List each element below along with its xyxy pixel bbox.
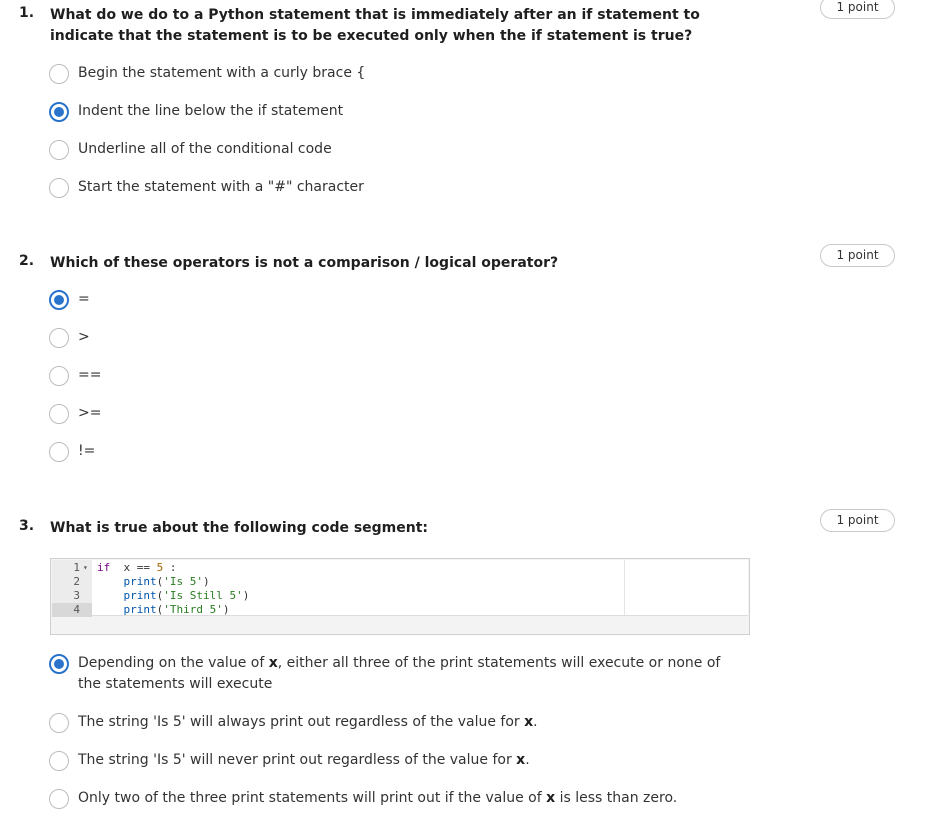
option-label: Begin the statement with a curly brace { (78, 65, 366, 81)
option-q1-3[interactable]: Underline all of the conditional code (49, 140, 729, 160)
radio-button[interactable] (49, 404, 69, 424)
option-q1-2[interactable]: Indent the line below the if statement (49, 102, 729, 122)
question-number: 1. (19, 5, 35, 21)
code-line-3: 3 print('Is Still 5') (52, 589, 748, 603)
option-label: The string 'Is 5' will always print out … (78, 714, 538, 730)
option-q3-2[interactable]: The string 'Is 5' will always print out … (49, 713, 729, 733)
option-label: Indent the line below the if statement (78, 103, 344, 119)
line-number: 2 (73, 575, 80, 588)
radio-button[interactable] (49, 713, 69, 733)
code-line-4: 4 print('Third 5') (52, 603, 748, 617)
option-q3-3[interactable]: The string 'Is 5' will never print out r… (49, 751, 729, 771)
radio-button[interactable] (49, 178, 69, 198)
radio-button[interactable] (49, 140, 69, 160)
function-name: print (123, 589, 157, 602)
points-badge: 1 point (820, 244, 895, 267)
function-name: print (123, 603, 157, 616)
option-q2-3[interactable]: == (49, 366, 729, 386)
option-label: >= (78, 405, 102, 421)
radio-button[interactable] (49, 366, 69, 386)
radio-button[interactable] (49, 442, 69, 462)
colon: : (169, 561, 177, 574)
line-number: 4 (73, 603, 80, 616)
code-area[interactable]: 1 ▾ if x == 5 : 2 print('Is 5') 3 print(… (52, 560, 748, 617)
option-q2-1[interactable]: = (49, 290, 729, 310)
option-q1-1[interactable]: Begin the statement with a curly brace { (49, 64, 729, 84)
radio-button[interactable] (49, 789, 69, 809)
option-label: == (78, 367, 102, 383)
string-literal: 'Is 5' (163, 575, 203, 588)
code-line-2: 2 print('Is 5') (52, 575, 748, 589)
option-label: Depending on the value of x, either all … (78, 655, 721, 692)
option-label: Start the statement with a "#" character (78, 179, 364, 195)
option-q2-5[interactable]: != (49, 442, 729, 462)
string-literal: 'Third 5' (163, 603, 223, 616)
radio-button[interactable] (49, 64, 69, 84)
radio-button-selected[interactable] (49, 654, 69, 674)
option-q1-4[interactable]: Start the statement with a "#" character (49, 178, 729, 198)
fold-arrow-icon[interactable]: ▾ (83, 561, 88, 575)
option-label: The string 'Is 5' will never print out r… (78, 752, 530, 768)
option-q2-4[interactable]: >= (49, 404, 729, 424)
radio-button[interactable] (49, 328, 69, 348)
line-number: 1 (73, 561, 80, 574)
question-text: Which of these operators is not a compar… (50, 255, 559, 271)
points-badge: 1 point (820, 509, 895, 532)
question-text: What is true about the following code se… (50, 520, 429, 536)
radio-button[interactable] (49, 751, 69, 771)
question-number: 2. (19, 253, 35, 269)
option-q2-2[interactable]: > (49, 328, 729, 348)
points-badge: 1 point (820, 0, 895, 19)
line-number: 3 (73, 589, 80, 602)
question-number: 3. (19, 518, 35, 534)
operator: == (136, 561, 150, 574)
code-line-1: 1 ▾ if x == 5 : (52, 561, 748, 575)
radio-button-selected[interactable] (49, 102, 69, 122)
option-label: != (78, 443, 96, 459)
option-q3-1[interactable]: Depending on the value of x, either all … (49, 654, 729, 695)
option-label: Underline all of the conditional code (78, 141, 332, 157)
keyword: if (97, 561, 111, 574)
option-q3-4[interactable]: Only two of the three print statements w… (49, 789, 729, 809)
function-name: print (123, 575, 157, 588)
option-label: = (78, 291, 90, 307)
question-text: What do we do to a Python statement that… (50, 7, 700, 44)
radio-button-selected[interactable] (49, 290, 69, 310)
string-literal: 'Is Still 5' (163, 589, 243, 602)
code-editor[interactable]: 1 ▾ if x == 5 : 2 print('Is 5') 3 print(… (50, 558, 750, 635)
option-label: > (78, 329, 90, 345)
option-label: Only two of the three print statements w… (78, 790, 678, 806)
